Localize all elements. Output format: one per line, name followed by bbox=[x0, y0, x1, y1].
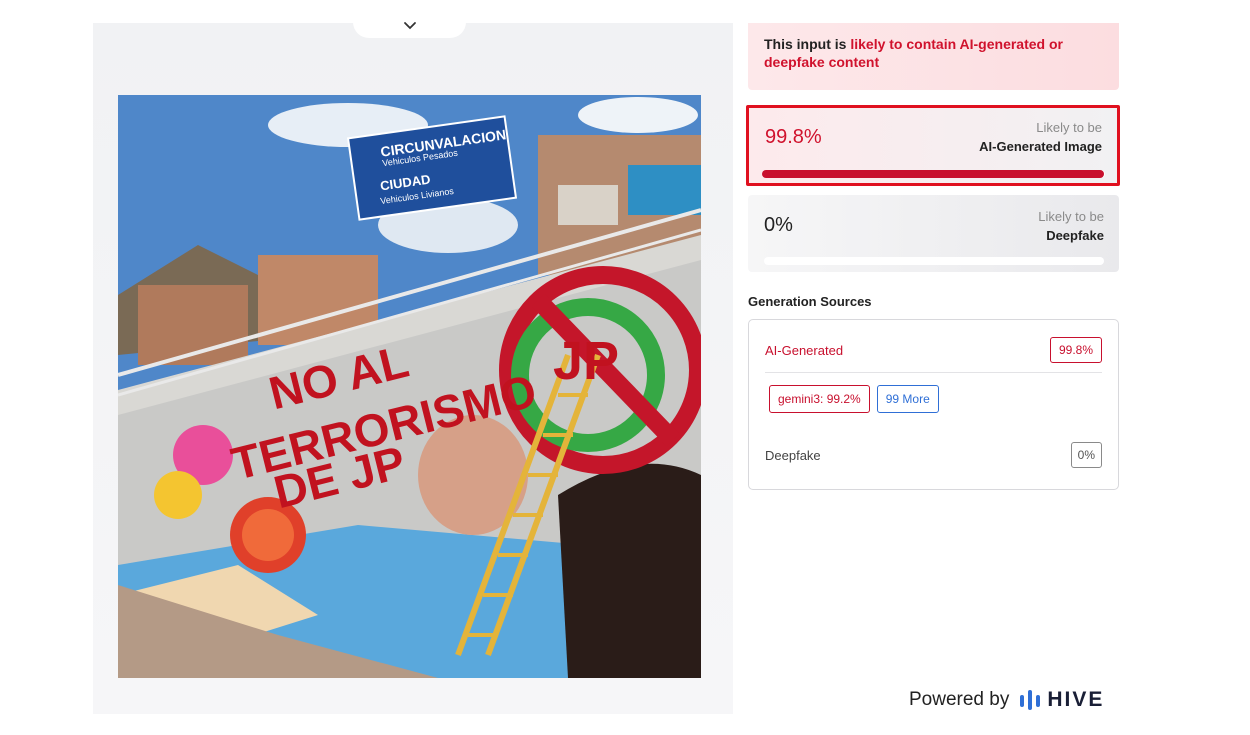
source-chips: gemini3: 99.2% 99 More bbox=[769, 385, 939, 413]
deepfake-score-label: Likely to be Deepfake bbox=[1038, 207, 1104, 245]
source-row-deepfake: Deepfake 0% bbox=[765, 441, 1102, 469]
ai-score-bar-fill bbox=[762, 170, 1105, 178]
source-badge-deepfake: 0% bbox=[1070, 442, 1102, 468]
ai-generated-score-card: 99.8% Likely to be AI-Generated Image bbox=[746, 105, 1120, 186]
ai-score-value: 99.8% bbox=[765, 126, 822, 148]
powered-by-text: Powered by bbox=[909, 689, 1010, 710]
results-column: This input is likely to contain AI-gener… bbox=[746, 23, 1120, 490]
source-chip-gemini3[interactable]: gemini3: 99.2% bbox=[769, 385, 870, 413]
verdict-prefix: This input is bbox=[764, 36, 851, 52]
source-badge-ai-generated: 99.8% bbox=[1049, 337, 1102, 363]
powered-by-footer[interactable]: Powered by HIVE bbox=[909, 688, 1104, 712]
hive-brand-text: HIVE bbox=[1047, 688, 1105, 711]
hive-logo-icon bbox=[1019, 689, 1041, 711]
generation-sources-card: AI-Generated 99.8% gemini3: 99.2% 99 Mor… bbox=[748, 319, 1119, 490]
generation-sources-title: Generation Sources bbox=[748, 294, 872, 309]
sources-divider bbox=[765, 372, 1102, 373]
deepfake-score-label-top: Likely to be bbox=[1038, 209, 1104, 224]
image-preview-panel: CIRCUNVALACION Vehiculos Pesados CIUDAD … bbox=[93, 21, 733, 714]
deepfake-score-card: 0% Likely to be Deepfake bbox=[748, 195, 1119, 272]
symbol-text: JP bbox=[553, 331, 620, 391]
ai-score-label: Likely to be AI-Generated Image bbox=[979, 118, 1102, 156]
source-label-ai-generated: AI-Generated bbox=[765, 342, 844, 358]
ai-score-label-top: Likely to be bbox=[1036, 120, 1102, 135]
analyzed-image: CIRCUNVALACION Vehiculos Pesados CIUDAD … bbox=[118, 95, 701, 678]
source-row-ai-generated: AI-Generated 99.8% bbox=[765, 336, 1102, 364]
chevron-down-icon[interactable] bbox=[403, 21, 417, 31]
verdict-banner: This input is likely to contain AI-gener… bbox=[748, 23, 1119, 90]
source-label-deepfake: Deepfake bbox=[765, 447, 821, 463]
deepfake-score-label-bottom: Deepfake bbox=[1046, 228, 1104, 243]
collapse-toggle[interactable] bbox=[353, 21, 466, 38]
ai-score-label-bottom: AI-Generated Image bbox=[979, 139, 1102, 154]
deepfake-score-bar bbox=[764, 257, 1104, 265]
ai-score-bar bbox=[762, 170, 1105, 178]
deepfake-score-value: 0% bbox=[764, 214, 793, 236]
more-sources-button[interactable]: 99 More bbox=[876, 385, 939, 413]
